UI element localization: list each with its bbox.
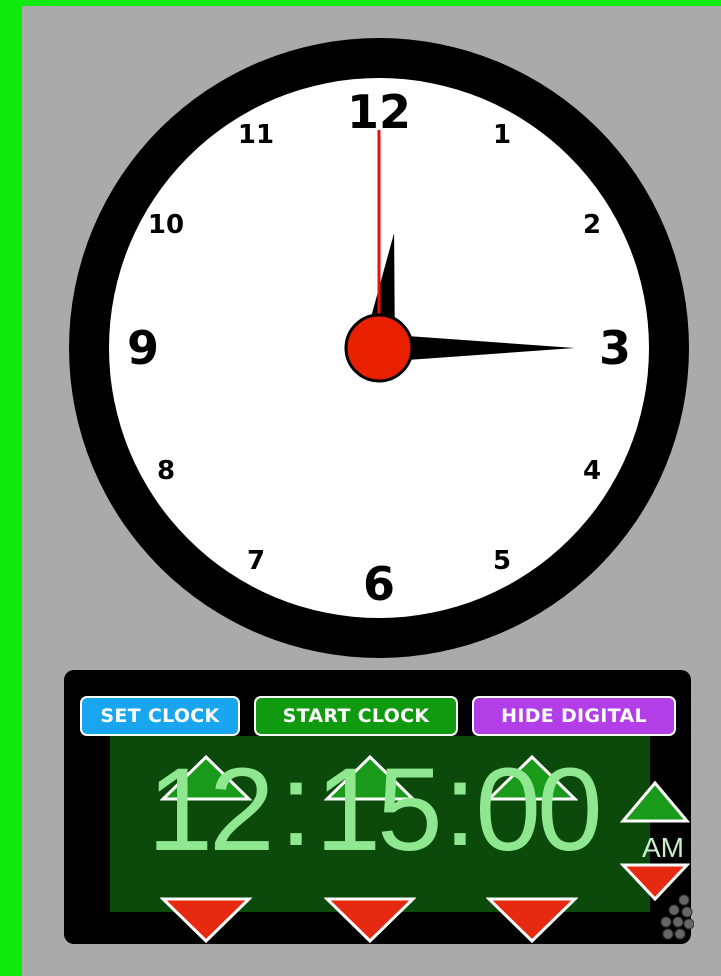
digital-panel: SET CLOCK START CLOCK HIDE DIGITAL 12 : … — [64, 670, 694, 944]
hide-digital-button[interactable]: HIDE DIGITAL — [472, 696, 676, 736]
clock-numeral-10: 10 — [148, 210, 184, 240]
hour-down-arrow-icon[interactable] — [160, 896, 252, 944]
clock-numeral-8: 8 — [157, 456, 175, 486]
clock-hub — [344, 313, 414, 383]
clock-numeral-11: 11 — [238, 120, 274, 150]
clock-numeral-3: 3 — [599, 321, 631, 375]
minute-down-arrow-icon[interactable] — [324, 896, 416, 944]
second-down-arrow-icon[interactable] — [486, 896, 578, 944]
clock-numeral-2: 2 — [583, 210, 601, 240]
clock-numeral-4: 4 — [583, 456, 601, 486]
start-clock-button[interactable]: START CLOCK — [254, 696, 458, 736]
set-clock-button[interactable]: SET CLOCK — [80, 696, 240, 736]
ampm-up-arrow-icon[interactable] — [620, 780, 690, 824]
analog-clock: 12 1234567891011 — [69, 38, 689, 658]
clock-numeral-5: 5 — [493, 546, 511, 576]
clock-numeral-6: 6 — [363, 557, 395, 611]
hours-display: 12 — [147, 744, 274, 876]
clock-numeral-9: 9 — [127, 321, 159, 375]
resize-grip-icon[interactable] — [660, 894, 694, 944]
clock-numeral-7: 7 — [247, 546, 265, 576]
clock-numeral-1: 1 — [493, 120, 511, 150]
minutes-display: 15 — [315, 744, 442, 876]
seconds-display: 00 — [475, 744, 602, 876]
clock-app: 12 1 2 3 4 5 6 7 8 9 10 11 SET CLOCK START CLOCK HI… — [22, 6, 721, 976]
